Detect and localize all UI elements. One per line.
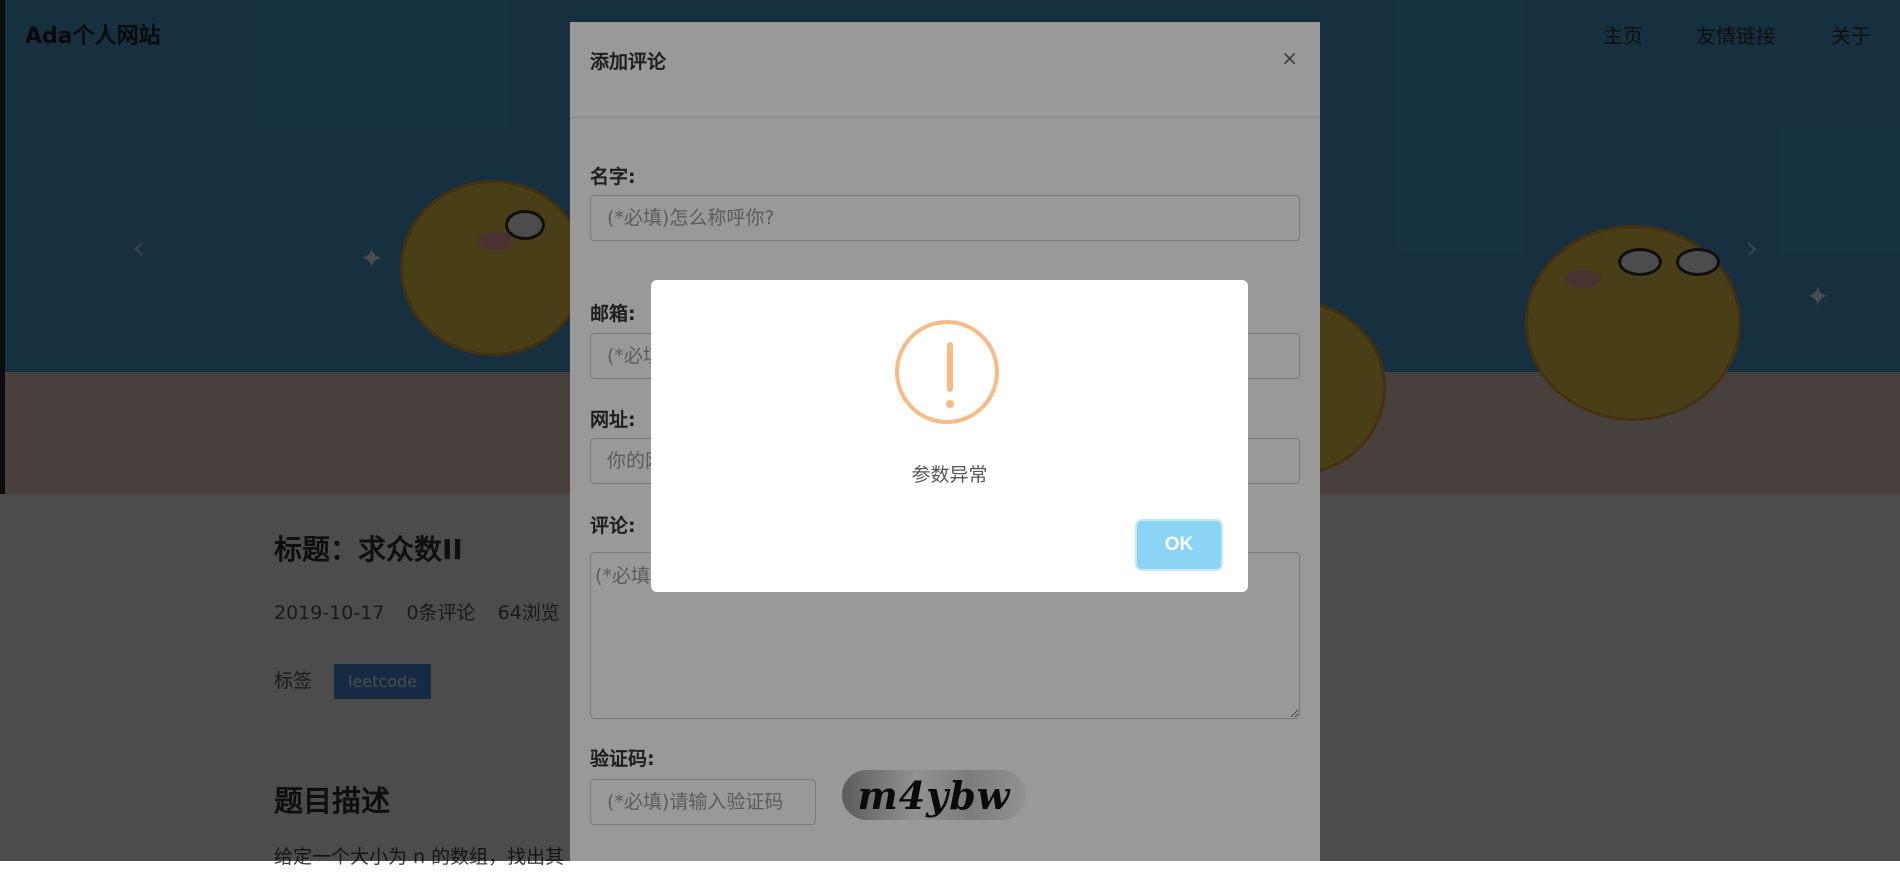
warning-icon [895, 320, 999, 424]
warning-icon-dot [946, 400, 954, 408]
warning-icon-line [947, 342, 953, 392]
ok-button[interactable]: OK [1137, 521, 1221, 569]
alert-dialog: 参数异常 OK [651, 280, 1248, 592]
alert-message: 参数异常 [911, 464, 988, 486]
